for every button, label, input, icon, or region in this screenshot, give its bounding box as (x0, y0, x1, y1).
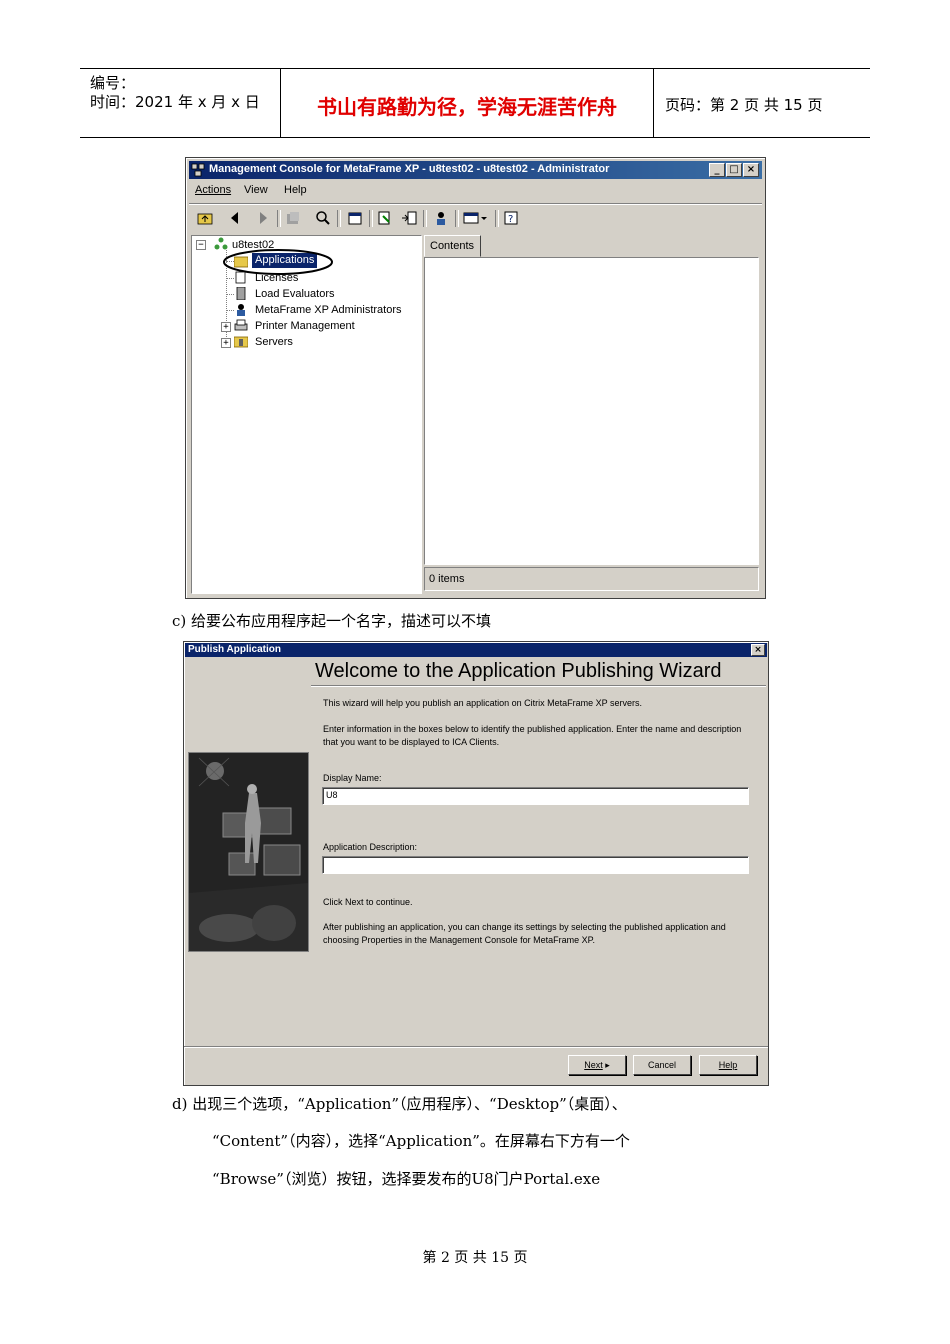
header-page-info: 页码：第 2 页 共 15 页 (665, 96, 823, 114)
tab-label: Contents (430, 240, 475, 252)
wizard-intro: This wizard will help you publish an app… (323, 698, 642, 708)
console-icon (191, 163, 205, 177)
toolbar-separator (423, 210, 427, 227)
tree-line (226, 310, 234, 311)
wizard-artwork (188, 752, 309, 952)
toolbar: ? (189, 203, 762, 232)
toolbar-separator (277, 210, 281, 227)
maximize-button[interactable]: □ (726, 163, 742, 177)
wizard-heading: Welcome to the Application Publishing Wi… (315, 660, 722, 682)
cancel-button-label: Cancel (647, 1060, 676, 1070)
heading-divider (311, 685, 766, 687)
toolbar-separator (455, 210, 459, 227)
dialog-title: Publish Application (188, 644, 281, 655)
next-arrow-icon: ▸ (605, 1060, 610, 1070)
menu-help[interactable]: Help (284, 184, 307, 196)
details-pane: Contents 0 items (424, 235, 759, 592)
after-publishing-text: After publishing an application, you can… (323, 922, 726, 945)
page-footer: 第 2 页 共 15 页 (422, 1250, 528, 1266)
collapse-toggle[interactable]: − (196, 240, 206, 250)
caption-c: c) 给要公布应用程序起一个名字，描述可以不填 (172, 612, 492, 630)
search-icon[interactable] (315, 210, 331, 226)
close-button[interactable]: × (743, 163, 759, 177)
document-date-label: 时间：2021 年 x 月 x 日 (90, 93, 260, 111)
mmc-title: Management Console for MetaFrame XP - u8… (209, 163, 610, 175)
load-evaluators-icon (236, 287, 246, 300)
administrators-icon (237, 304, 245, 316)
toolbar-separator (495, 210, 499, 227)
status-text: 0 items (429, 573, 465, 585)
tree-item-label: Load Evaluators (255, 288, 335, 300)
document-number-label: 编号： (90, 74, 136, 92)
export-icon[interactable] (401, 210, 417, 226)
help-button[interactable]: Help (699, 1055, 757, 1075)
tab-contents[interactable]: Contents (424, 235, 481, 257)
header-info-cell: 编号： 时间：2021 年 x 月 x 日 (80, 69, 281, 137)
menu-bar: Actions View Help (189, 181, 762, 201)
next-button-label: Next (584, 1060, 603, 1070)
tree-item-label: Licenses (255, 272, 299, 284)
expand-toggle[interactable]: + (221, 338, 231, 348)
help-icon[interactable]: ? (503, 210, 519, 226)
tree-item-label: Printer Management (255, 320, 355, 332)
forward-arrow-icon[interactable] (255, 210, 271, 226)
status-bar: 0 items (424, 567, 759, 591)
expand-toggle[interactable]: + (221, 322, 231, 332)
tree-item-label: Servers (255, 336, 293, 348)
next-button[interactable]: Next ▸ (568, 1055, 626, 1075)
display-name-value: U8 (326, 790, 338, 800)
properties-icon[interactable] (285, 210, 301, 226)
tree-line (226, 278, 234, 279)
mmc-window: Management Console for MetaFrame XP - u8… (185, 157, 766, 599)
svg-text:?: ? (508, 214, 513, 225)
caption-d-line3: “Browse”（浏览）按钮，选择要发布的U8门户Portal.exe (212, 1170, 601, 1188)
printer-icon (234, 319, 248, 331)
publish-application-dialog: Publish Application × Welcome to the App… (183, 641, 769, 1086)
publish-app-icon[interactable] (377, 210, 393, 226)
back-arrow-icon[interactable] (227, 210, 243, 226)
description-label: Application Description: (323, 842, 418, 852)
display-name-field[interactable]: U8 (322, 787, 749, 805)
servers-folder-icon (234, 336, 248, 348)
users-icon[interactable] (433, 210, 449, 226)
dialog-title-bar[interactable]: Publish Application × (185, 643, 767, 657)
description-field[interactable] (322, 856, 749, 874)
toolbar-separator (337, 210, 341, 227)
header-motto: 书山有路勤为径，学海无涯苦作舟 (317, 95, 617, 119)
page-header: 编号： 时间：2021 年 x 月 x 日 书山有路勤为径，学海无涯苦作舟 页码… (80, 68, 870, 138)
menu-view[interactable]: View (244, 184, 268, 196)
tree-item-label: MetaFrame XP Administrators (255, 304, 402, 316)
menu-actions[interactable]: Actions (195, 184, 231, 196)
console-tree: − u8test02 Applications Licenses Load Ev… (191, 235, 422, 594)
wizard-instructions: Enter information in the boxes below to … (323, 724, 742, 747)
dialog-close-button[interactable]: × (751, 644, 765, 656)
tree-line (226, 294, 234, 295)
mmc-title-bar[interactable]: Management Console for MetaFrame XP - u8… (189, 161, 762, 179)
display-name-label: Display Name: (323, 773, 382, 783)
toolbar-separator (369, 210, 373, 227)
caption-d-line1: d) 出现三个选项，“Application”（应用程序）、“Desktop”（… (172, 1095, 627, 1113)
button-divider (184, 1046, 768, 1048)
up-folder-icon[interactable] (197, 210, 213, 226)
contents-list[interactable] (424, 257, 759, 565)
wizard-illustration (189, 753, 308, 951)
new-window-icon[interactable] (347, 210, 363, 226)
header-motto-cell: 书山有路勤为径，学海无涯苦作舟 (281, 69, 654, 137)
caption-d-line2: “Content”（内容），选择“Application”。在屏幕右下方有一个 (212, 1132, 630, 1150)
minimize-button[interactable]: _ (709, 163, 725, 177)
help-button-label: Help (718, 1060, 738, 1070)
click-next-text: Click Next to continue. (323, 897, 413, 907)
cancel-button[interactable]: Cancel (633, 1055, 691, 1075)
licenses-icon (235, 271, 246, 284)
view-menu-icon[interactable] (463, 210, 489, 226)
